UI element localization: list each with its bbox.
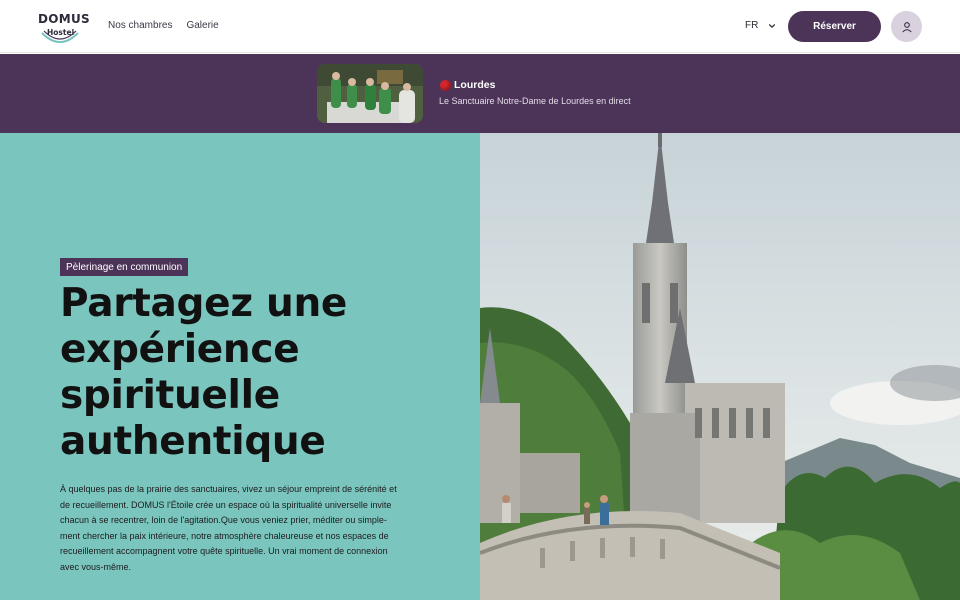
language-label: FR: [745, 20, 759, 31]
live-subtitle: Le Sanctuaire Notre-Dame de Lourdes en d…: [439, 96, 631, 106]
main-nav: Nos chambres Galerie: [108, 20, 219, 31]
nav-galerie[interactable]: Galerie: [186, 20, 218, 31]
hero-text-panel: Pèlerinage en communion Partagez une exp…: [0, 133, 480, 600]
chevron-down-icon: [769, 23, 776, 28]
basilica-hero-image: [480, 133, 960, 600]
hero-text-line: avec vous-même.: [60, 561, 132, 572]
hero-text-line: chacun à se recentrer, loin de l'agitati…: [60, 515, 387, 526]
user-account-button[interactable]: [891, 11, 922, 42]
hero-title-line: expérience: [60, 327, 300, 372]
hero-text-line: recueillement accompagnent votre quête s…: [60, 546, 388, 557]
reserve-button[interactable]: Réserver: [788, 11, 881, 42]
hero-title: Partagez une expérience spirituelle auth…: [60, 281, 460, 465]
live-stream-banner[interactable]: Lourdes Le Sanctuaire Notre-Dame de Lour…: [0, 54, 960, 133]
domus-logo[interactable]: DOMUS Hostel: [37, 9, 90, 47]
language-selector[interactable]: FR: [745, 20, 776, 31]
live-stream-thumbnail[interactable]: [317, 64, 423, 123]
live-title-text: Lourdes: [454, 79, 496, 91]
live-dot-icon: [440, 79, 451, 91]
hero-text-line: À quelques pas de la prairie des sanctua…: [60, 484, 397, 494]
hero-title-line: Partagez une: [60, 281, 348, 326]
hero-text-line: de recueillement. DOMUS l'Étoile crée un…: [60, 499, 392, 510]
hero-title-line: spirituelle: [60, 373, 280, 418]
hero-text-line: ment chercher la paix intérieure, notre …: [60, 530, 389, 541]
live-title[interactable]: Lourdes: [440, 79, 495, 91]
hero-title-line: authentique: [60, 419, 326, 464]
logo-sub-text: Hostel: [47, 28, 75, 37]
hero-description: À quelques pas de la prairie des sanctua…: [60, 482, 420, 576]
site-header: DOMUS Hostel Nos chambres Galerie FR Rés…: [0, 0, 960, 53]
nav-nos-chambres[interactable]: Nos chambres: [108, 20, 172, 31]
user-icon: [901, 21, 912, 32]
hero-tag: Pèlerinage en communion: [60, 258, 189, 276]
